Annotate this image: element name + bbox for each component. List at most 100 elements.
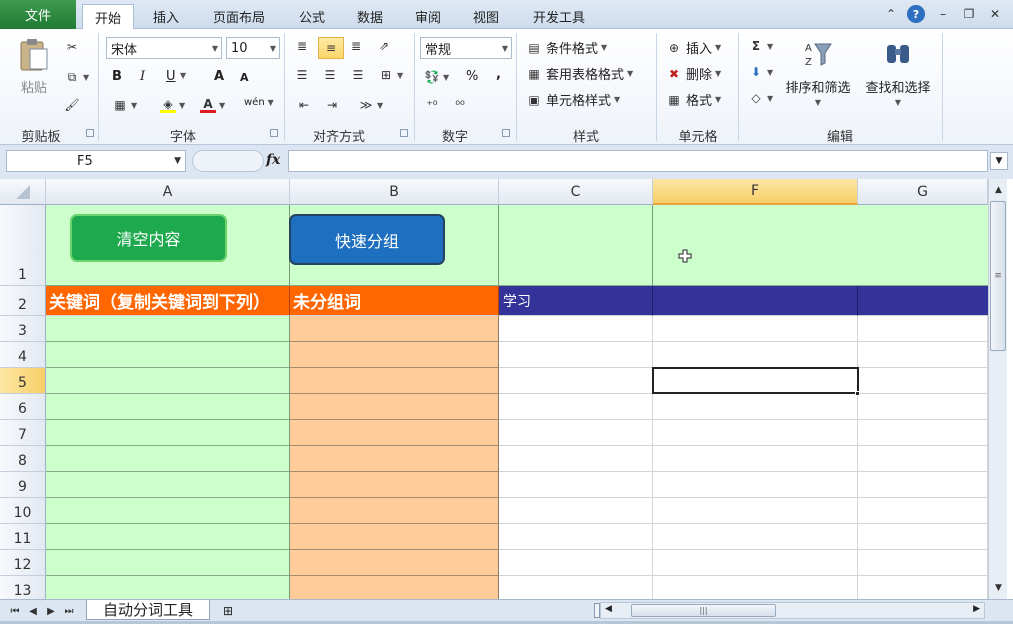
decrease-decimal-button[interactable]: ⁰⁰ xyxy=(452,97,468,113)
cell-c13[interactable] xyxy=(499,576,653,599)
cell-g3[interactable] xyxy=(858,316,988,342)
cell-b4[interactable] xyxy=(290,342,499,368)
format-as-table-button[interactable]: ▦ 套用表格格式 ▼ xyxy=(526,64,633,84)
bold-button[interactable]: B xyxy=(112,69,122,84)
underline-dropdown[interactable]: ▼ xyxy=(180,71,186,80)
cell-f2[interactable] xyxy=(653,286,858,316)
row-header-1[interactable]: 1 xyxy=(0,205,46,286)
cell-a6[interactable] xyxy=(46,394,290,420)
cell-c4[interactable] xyxy=(499,342,653,368)
delete-cells-button[interactable]: ✖ 删除 ▼ xyxy=(666,64,721,84)
align-bottom-button[interactable]: ≣ xyxy=(348,38,364,54)
cell-c8[interactable] xyxy=(499,446,653,472)
copy-button[interactable]: ⧉ ▼ xyxy=(64,69,89,85)
cell-a11[interactable] xyxy=(46,524,290,550)
cell-c7[interactable] xyxy=(499,420,653,446)
align-center-button[interactable]: ☰ xyxy=(322,67,338,83)
name-box[interactable]: F5 ▼ xyxy=(6,150,186,172)
tab-formulas[interactable]: 公式 xyxy=(286,4,338,29)
cell-g12[interactable] xyxy=(858,550,988,576)
font-launcher-icon[interactable] xyxy=(270,129,278,137)
column-header-c[interactable]: C xyxy=(499,179,653,205)
cell-c9[interactable] xyxy=(499,472,653,498)
font-color-button[interactable]: A ▼ xyxy=(200,97,225,113)
cell-c2[interactable]: 学习 xyxy=(499,286,653,316)
clear-contents-button[interactable]: 清空内容 xyxy=(70,214,227,262)
fill-color-button[interactable]: ◈ ▼ xyxy=(160,97,185,113)
text-direction-button[interactable]: ≫ ▼ xyxy=(358,97,383,113)
tab-home[interactable]: 开始 xyxy=(82,4,134,30)
tab-insert[interactable]: 插入 xyxy=(140,4,192,29)
cell-g2[interactable] xyxy=(858,286,988,316)
cell-f11[interactable] xyxy=(653,524,858,550)
orientation-button[interactable]: ⇗ xyxy=(376,38,392,54)
cell-a2[interactable]: 关键词（复制关键词到下列） xyxy=(46,286,290,316)
conditional-format-button[interactable]: ▤ 条件格式 ▼ xyxy=(526,38,607,58)
row-header-5[interactable]: 5 xyxy=(0,368,46,394)
format-painter-button[interactable]: 🖌 xyxy=(64,97,80,113)
cell-g7[interactable] xyxy=(858,420,988,446)
prev-sheet-icon[interactable]: ◀ xyxy=(26,603,40,619)
number-format-select[interactable]: 常规 ▼ xyxy=(420,37,512,59)
first-sheet-icon[interactable]: ⏮ xyxy=(8,603,22,619)
align-right-button[interactable]: ☰ xyxy=(350,67,366,83)
font-size-select[interactable]: 10 ▼ xyxy=(226,37,280,59)
tab-page-layout[interactable]: 页面布局 xyxy=(200,4,278,29)
select-all-corner[interactable] xyxy=(0,179,46,205)
cell-c1[interactable] xyxy=(499,205,653,286)
clear-button[interactable]: ◇ ▼ xyxy=(748,90,773,106)
restore-icon[interactable]: ❐ xyxy=(960,5,978,23)
cell-a8[interactable] xyxy=(46,446,290,472)
comma-button[interactable]: , xyxy=(496,67,501,82)
cell-g4[interactable] xyxy=(858,342,988,368)
cell-f8[interactable] xyxy=(653,446,858,472)
row-header-10[interactable]: 10 xyxy=(0,498,46,524)
cell-b13[interactable] xyxy=(290,576,499,599)
cell-f3[interactable] xyxy=(653,316,858,342)
cell-f1[interactable] xyxy=(653,205,988,286)
cell-b8[interactable] xyxy=(290,446,499,472)
column-header-f[interactable]: F xyxy=(653,179,858,205)
italic-button[interactable]: I xyxy=(140,69,145,84)
number-launcher-icon[interactable] xyxy=(502,129,510,137)
cell-c5[interactable] xyxy=(499,368,653,394)
increase-decimal-button[interactable]: ⁺⁰ xyxy=(424,97,440,113)
scroll-right-icon[interactable]: ▶ xyxy=(973,604,980,614)
font-name-select[interactable]: 宋体 ▼ xyxy=(106,37,222,59)
phonetic-button[interactable]: wén ▼ xyxy=(244,97,274,108)
cell-b3[interactable] xyxy=(290,316,499,342)
cell-f7[interactable] xyxy=(653,420,858,446)
cell-c11[interactable] xyxy=(499,524,653,550)
cell-f6[interactable] xyxy=(653,394,858,420)
tab-file[interactable]: 文件 xyxy=(0,0,76,29)
insert-sheet-icon[interactable]: ⊞ xyxy=(214,602,242,619)
cell-b11[interactable] xyxy=(290,524,499,550)
column-header-g[interactable]: G xyxy=(858,179,988,205)
horizontal-scroll-thumb[interactable]: ||| xyxy=(631,604,776,617)
cell-a3[interactable] xyxy=(46,316,290,342)
autosum-button[interactable]: Σ ▼ xyxy=(748,38,773,54)
cell-f4[interactable] xyxy=(653,342,858,368)
cell-a13[interactable] xyxy=(46,576,290,599)
row-header-3[interactable]: 3 xyxy=(0,316,46,342)
cell-g9[interactable] xyxy=(858,472,988,498)
cell-b2[interactable]: 未分组词 xyxy=(290,286,499,316)
insert-cells-button[interactable]: ⊕ 插入 ▼ xyxy=(666,38,721,58)
cell-a9[interactable] xyxy=(46,472,290,498)
row-header-4[interactable]: 4 xyxy=(0,342,46,368)
minimize-icon[interactable]: – xyxy=(934,5,952,23)
next-sheet-icon[interactable]: ▶ xyxy=(44,603,58,619)
cell-f13[interactable] xyxy=(653,576,858,599)
row-header-6[interactable]: 6 xyxy=(0,394,46,420)
column-header-b[interactable]: B xyxy=(290,179,499,205)
cell-b12[interactable] xyxy=(290,550,499,576)
cell-a10[interactable] xyxy=(46,498,290,524)
cell-b7[interactable] xyxy=(290,420,499,446)
expand-formula-bar-icon[interactable]: ▼ xyxy=(990,152,1008,170)
cell-g5[interactable] xyxy=(858,368,988,394)
cell-g6[interactable] xyxy=(858,394,988,420)
merge-center-button[interactable]: ⊞ ▼ xyxy=(378,67,403,83)
scroll-left-icon[interactable]: ◀ xyxy=(605,604,612,614)
alignment-launcher-icon[interactable] xyxy=(400,129,408,137)
formula-input[interactable] xyxy=(288,150,988,172)
